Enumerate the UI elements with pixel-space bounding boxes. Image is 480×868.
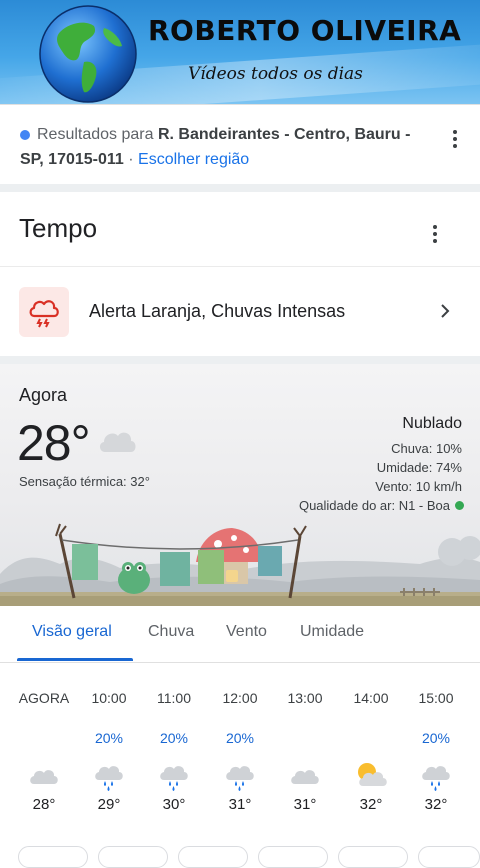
hour-precip: 20% (94, 730, 124, 746)
hour-temp: 32° (359, 796, 383, 813)
feels-like: Sensação térmica: 32° (19, 474, 150, 489)
weather-card-title: Tempo (19, 213, 98, 243)
storm-alert-icon (19, 287, 69, 337)
active-tab-indicator (17, 658, 133, 661)
hour-time: 12:00 (222, 690, 258, 706)
divider (0, 266, 480, 267)
frog-laundry-illustration (0, 523, 480, 606)
hour-temp: 31° (228, 796, 252, 813)
bottom-chip[interactable] (418, 846, 480, 868)
current-temperature: 28° (17, 415, 91, 471)
hour-temp: 32° (424, 796, 448, 813)
rain-icon (95, 766, 123, 791)
air-quality-row[interactable]: Qualidade do ar: N1 - Boa (299, 498, 464, 513)
tab-rain[interactable]: Chuva (148, 623, 194, 641)
hour-time: 11:00 (157, 690, 191, 706)
hour-precip: 20% (421, 730, 451, 746)
alert-text: Alerta Laranja, Chuvas Intensas (89, 301, 346, 321)
precip-chance: Chuva: 10% (391, 441, 462, 456)
hour-precip: 20% (159, 730, 189, 746)
location-more-icon[interactable] (453, 130, 457, 151)
rain-icon (160, 766, 188, 791)
bottom-chip[interactable] (338, 846, 408, 868)
location-postal: SP, 17015-011 (20, 151, 124, 168)
bottom-chip[interactable] (258, 846, 328, 868)
location-row: Resultados para R. Bandeirantes - Centro… (0, 104, 480, 185)
current-weather-panel: Agora 28° Sensação térmica: 32° Nublado … (0, 364, 480, 606)
tab-overview[interactable]: Visão geral (32, 623, 112, 641)
chevron-right-icon (441, 304, 450, 318)
hour-time: AGORA (18, 690, 70, 706)
rain-icon (226, 766, 254, 791)
section-separator (0, 184, 480, 192)
humidity: Umidade: 74% (376, 460, 462, 475)
hour-temp: 29° (97, 796, 121, 813)
bottom-chip[interactable] (98, 846, 168, 868)
location-line-1: Resultados para R. Bandeirantes - Centro… (20, 126, 410, 144)
hour-temp: 31° (293, 796, 317, 813)
hour-time: 10:00 (91, 690, 127, 706)
hour-precip: 20% (225, 730, 255, 746)
condition-label: Nublado (402, 415, 462, 432)
hour-time: 15:00 (418, 690, 454, 706)
now-label: Agora (19, 385, 68, 405)
weather-more-icon[interactable] (433, 225, 437, 246)
hour-time: 14:00 (353, 690, 389, 706)
cloudy-icon (99, 432, 136, 452)
location-place: R. Bandeirantes - Centro, Bauru - (157, 126, 411, 143)
location-line-2: SP, 17015-011 · Escolher região (20, 151, 249, 169)
tab-wind[interactable]: Vento (226, 623, 267, 641)
location-separator: · (123, 151, 139, 168)
wind-speed: Vento: 10 km/h (375, 479, 462, 494)
section-separator (0, 356, 480, 364)
choose-region-link[interactable]: Escolher região (138, 151, 249, 168)
air-quality: Qualidade do ar: N1 - Boa (298, 498, 450, 513)
bottom-chip[interactable] (18, 846, 88, 868)
tab-humidity[interactable]: Umidade (300, 623, 364, 641)
forecast-tabs: Visão geral Chuva Vento Umidade (0, 606, 480, 663)
cloudy-icon (30, 770, 58, 784)
hour-temp: 30° (162, 796, 186, 813)
rain-icon (422, 766, 450, 791)
globe-icon (39, 5, 137, 103)
banner-title: ROBERTO OLIVEIRA (148, 14, 462, 47)
hour-time: 13:00 (287, 690, 323, 706)
bottom-chip[interactable] (178, 846, 248, 868)
banner-subtitle: Vídeos todos os dias (188, 64, 363, 84)
air-quality-dot-icon (455, 501, 464, 510)
results-for-label: Resultados para (37, 126, 158, 143)
partly-sunny-icon (358, 763, 387, 786)
channel-banner: ROBERTO OLIVEIRA Vídeos todos os dias (0, 0, 480, 104)
cloudy-icon (291, 770, 319, 784)
hour-temp: 28° (32, 796, 56, 813)
